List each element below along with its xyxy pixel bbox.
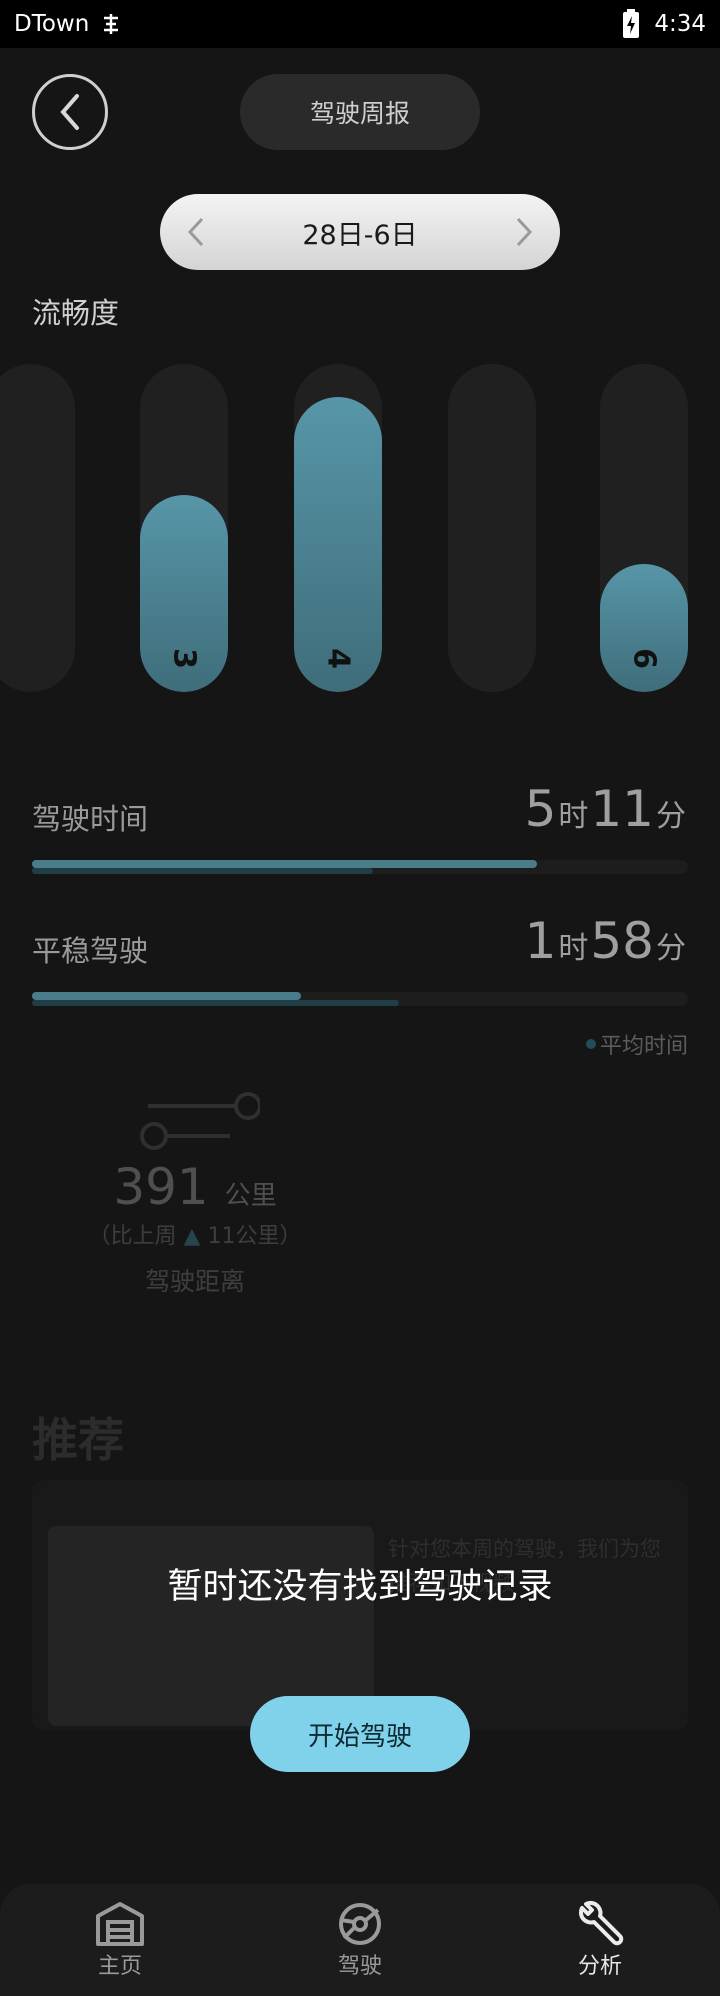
smooth-drive-title: 平稳驾驶 xyxy=(32,934,149,968)
clock: 4:34 xyxy=(654,11,706,37)
nav-item-analysis[interactable]: 分析 xyxy=(480,1884,720,1996)
back-button[interactable] xyxy=(32,74,108,150)
network-icon xyxy=(104,14,119,34)
recommend-title: 推荐 xyxy=(32,1413,124,1467)
bottom-nav: 主页 驾驶 分析 xyxy=(0,1884,720,1996)
fluency-bar-track: 4 xyxy=(294,364,382,692)
increase-triangle-icon: ▲ xyxy=(183,1224,201,1249)
battery-charging-icon xyxy=(623,9,640,38)
date-range-label: 28日-6日 xyxy=(302,219,418,251)
previous-week-icon[interactable] xyxy=(182,216,212,248)
date-range-selector: 28日-6日 xyxy=(160,194,560,270)
garage-icon xyxy=(96,1902,144,1946)
drive-time-average-fill xyxy=(32,868,374,874)
route-icon xyxy=(140,1092,260,1150)
smooth-drive-value: 1时58分 xyxy=(524,912,686,970)
status-bar: DTown 4:34 xyxy=(0,0,720,48)
chevron-left-icon xyxy=(60,94,79,130)
smooth-drive-progress-fill xyxy=(32,992,301,1000)
fluency-bar-label: 6 xyxy=(626,648,662,669)
page-title: 驾驶周报 xyxy=(240,74,480,150)
fluency-bar-track: 3 xyxy=(140,364,228,692)
nav-item-drive[interactable]: 驾驶 xyxy=(240,1884,480,1996)
fluency-chart: 3 4 6 xyxy=(0,360,720,696)
fluency-bar-label: 4 xyxy=(320,648,356,669)
fluency-bar-track xyxy=(0,364,75,692)
distance-value: 391 公里 xyxy=(113,1158,277,1216)
drive-time-title: 驾驶时间 xyxy=(32,802,149,836)
steering-wheel-icon xyxy=(339,1903,381,1945)
start-driving-button[interactable]: 开始驾驶 xyxy=(250,1696,470,1772)
drive-time-value: 5时11分 xyxy=(524,780,686,838)
next-week-icon[interactable] xyxy=(508,216,538,248)
drive-time-progress-fill xyxy=(32,860,538,868)
distance-label: 驾驶距离 xyxy=(144,1267,245,1296)
legend-dot xyxy=(585,1039,596,1049)
average-legend: 平均时间 xyxy=(585,1028,688,1060)
fluency-bar-label: 3 xyxy=(166,648,202,669)
smooth-drive-progress xyxy=(32,992,688,1006)
nav-item-home[interactable]: 主页 xyxy=(0,1884,240,1996)
wrench-icon xyxy=(578,1900,624,1946)
fluency-bar-track xyxy=(448,364,536,692)
empty-state-message: 暂时还没有找到驾驶记录 xyxy=(167,1567,553,1607)
smooth-drive-average-fill xyxy=(32,1000,400,1006)
distance-summary: 391 公里 （比上周 ▲ 11公里） 驾驶距离 xyxy=(60,1088,330,1298)
fluency-label: 流畅度 xyxy=(32,296,120,330)
carrier-name: DTown xyxy=(14,11,90,37)
distance-compare: （比上周 ▲ 11公里） xyxy=(88,1224,302,1249)
fluency-bar-track: 6 xyxy=(600,364,688,692)
drive-time-progress xyxy=(32,860,688,874)
